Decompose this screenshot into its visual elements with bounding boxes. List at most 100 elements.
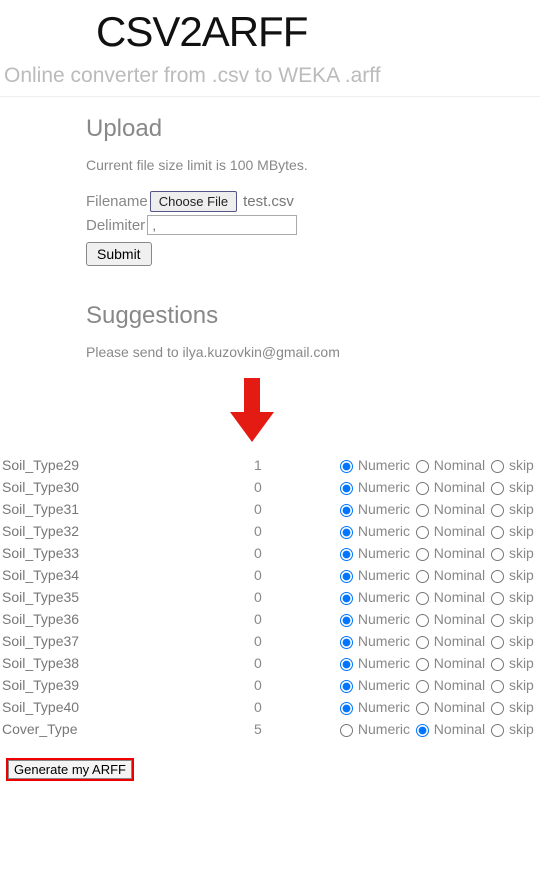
- skip-radio[interactable]: [491, 548, 504, 561]
- nominal-radio-label[interactable]: Nominal: [414, 589, 485, 605]
- nominal-radio[interactable]: [416, 592, 429, 605]
- attribute-name: Soil_Type30: [0, 476, 252, 498]
- nominal-radio-label[interactable]: Nominal: [414, 523, 485, 539]
- numeric-radio[interactable]: [340, 460, 353, 473]
- skip-radio[interactable]: [491, 614, 504, 627]
- skip-radio[interactable]: [491, 460, 504, 473]
- skip-radio[interactable]: [491, 636, 504, 649]
- numeric-radio-label[interactable]: Numeric: [338, 721, 410, 737]
- nominal-radio-text: Nominal: [434, 633, 485, 649]
- nominal-radio[interactable]: [416, 658, 429, 671]
- nominal-radio[interactable]: [416, 680, 429, 693]
- numeric-radio[interactable]: [340, 526, 353, 539]
- attribute-options: Numeric Nominal skip: [336, 498, 540, 520]
- numeric-radio-label[interactable]: Numeric: [338, 479, 410, 495]
- nominal-radio-label[interactable]: Nominal: [414, 501, 485, 517]
- skip-radio[interactable]: [491, 724, 504, 737]
- numeric-radio[interactable]: [340, 504, 353, 517]
- numeric-radio-label[interactable]: Numeric: [338, 633, 410, 649]
- numeric-radio[interactable]: [340, 702, 353, 715]
- nominal-radio-label[interactable]: Nominal: [414, 721, 485, 737]
- nominal-radio-label[interactable]: Nominal: [414, 457, 485, 473]
- numeric-radio[interactable]: [340, 614, 353, 627]
- numeric-radio-text: Numeric: [358, 677, 410, 693]
- nominal-radio[interactable]: [416, 526, 429, 539]
- skip-radio-label[interactable]: skip: [489, 677, 534, 693]
- nominal-radio[interactable]: [416, 460, 429, 473]
- numeric-radio-text: Numeric: [358, 523, 410, 539]
- nominal-radio-label[interactable]: Nominal: [414, 677, 485, 693]
- numeric-radio-label[interactable]: Numeric: [338, 589, 410, 605]
- numeric-radio-label[interactable]: Numeric: [338, 699, 410, 715]
- skip-radio-text: skip: [509, 589, 534, 605]
- nominal-radio-label[interactable]: Nominal: [414, 655, 485, 671]
- skip-radio-label[interactable]: skip: [489, 633, 534, 649]
- numeric-radio[interactable]: [340, 548, 353, 561]
- skip-radio[interactable]: [491, 592, 504, 605]
- numeric-radio-label[interactable]: Numeric: [338, 677, 410, 693]
- skip-radio-label[interactable]: skip: [489, 457, 534, 473]
- attribute-name: Soil_Type35: [0, 586, 252, 608]
- nominal-radio-label[interactable]: Nominal: [414, 633, 485, 649]
- numeric-radio[interactable]: [340, 724, 353, 737]
- numeric-radio-label[interactable]: Numeric: [338, 655, 410, 671]
- chosen-filename: test.csv: [243, 193, 294, 210]
- skip-radio-label[interactable]: skip: [489, 479, 534, 495]
- skip-radio-label[interactable]: skip: [489, 721, 534, 737]
- nominal-radio-label[interactable]: Nominal: [414, 699, 485, 715]
- skip-radio-label[interactable]: skip: [489, 501, 534, 517]
- skip-radio-label[interactable]: skip: [489, 611, 534, 627]
- generate-arff-button[interactable]: Generate my ARFF: [8, 760, 132, 779]
- attribute-name: Soil_Type32: [0, 520, 252, 542]
- nominal-radio-text: Nominal: [434, 699, 485, 715]
- numeric-radio[interactable]: [340, 482, 353, 495]
- table-row: Soil_Type310 Numeric Nominal skip: [0, 498, 540, 520]
- nominal-radio[interactable]: [416, 570, 429, 583]
- choose-file-button[interactable]: Choose File: [150, 191, 237, 212]
- nominal-radio-label[interactable]: Nominal: [414, 611, 485, 627]
- numeric-radio-label[interactable]: Numeric: [338, 457, 410, 473]
- skip-radio-label[interactable]: skip: [489, 589, 534, 605]
- nominal-radio[interactable]: [416, 702, 429, 715]
- nominal-radio-label[interactable]: Nominal: [414, 545, 485, 561]
- table-row: Soil_Type320 Numeric Nominal skip: [0, 520, 540, 542]
- skip-radio-label[interactable]: skip: [489, 655, 534, 671]
- numeric-radio[interactable]: [340, 636, 353, 649]
- delimiter-input[interactable]: [147, 215, 297, 235]
- skip-radio-label[interactable]: skip: [489, 567, 534, 583]
- attribute-value: 0: [252, 520, 336, 542]
- skip-radio-label[interactable]: skip: [489, 699, 534, 715]
- nominal-radio[interactable]: [416, 614, 429, 627]
- numeric-radio-label[interactable]: Numeric: [338, 501, 410, 517]
- skip-radio[interactable]: [491, 702, 504, 715]
- nominal-radio-text: Nominal: [434, 677, 485, 693]
- numeric-radio-label[interactable]: Numeric: [338, 545, 410, 561]
- numeric-radio[interactable]: [340, 658, 353, 671]
- nominal-radio[interactable]: [416, 636, 429, 649]
- nominal-radio[interactable]: [416, 504, 429, 517]
- skip-radio[interactable]: [491, 504, 504, 517]
- numeric-radio[interactable]: [340, 680, 353, 693]
- nominal-radio-label[interactable]: Nominal: [414, 567, 485, 583]
- skip-radio[interactable]: [491, 526, 504, 539]
- numeric-radio[interactable]: [340, 592, 353, 605]
- numeric-radio-label[interactable]: Numeric: [338, 611, 410, 627]
- skip-radio-label[interactable]: skip: [489, 545, 534, 561]
- numeric-radio-text: Numeric: [358, 589, 410, 605]
- skip-radio[interactable]: [491, 658, 504, 671]
- submit-button[interactable]: Submit: [86, 242, 152, 266]
- nominal-radio[interactable]: [416, 482, 429, 495]
- nominal-radio-label[interactable]: Nominal: [414, 479, 485, 495]
- skip-radio[interactable]: [491, 482, 504, 495]
- numeric-radio-label[interactable]: Numeric: [338, 567, 410, 583]
- skip-radio[interactable]: [491, 680, 504, 693]
- nominal-radio-text: Nominal: [434, 721, 485, 737]
- numeric-radio-label[interactable]: Numeric: [338, 523, 410, 539]
- nominal-radio[interactable]: [416, 724, 429, 737]
- skip-radio-label[interactable]: skip: [489, 523, 534, 539]
- attribute-value: 1: [252, 454, 336, 476]
- skip-radio[interactable]: [491, 570, 504, 583]
- nominal-radio[interactable]: [416, 548, 429, 561]
- numeric-radio[interactable]: [340, 570, 353, 583]
- attribute-value: 0: [252, 586, 336, 608]
